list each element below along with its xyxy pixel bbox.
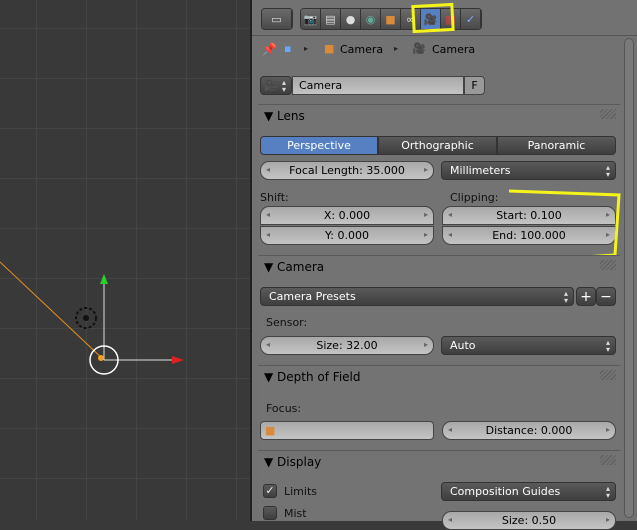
focus-label: Focus: bbox=[266, 402, 302, 415]
dof-panel-header[interactable]: ▼ Depth of Field bbox=[264, 370, 361, 384]
shift-x-field[interactable]: ◂ X: 0.000 ▸ bbox=[260, 206, 434, 225]
pin-icon[interactable]: 📌 bbox=[262, 42, 277, 56]
world-icon[interactable]: ◉ bbox=[361, 9, 381, 29]
object-origin bbox=[98, 355, 104, 361]
remove-preset-button[interactable]: − bbox=[596, 287, 616, 306]
sensor-fit-dropdown[interactable]: Auto ▴ ▾ bbox=[441, 336, 616, 355]
breadcrumb-data: Camera bbox=[432, 43, 476, 56]
scene-data-icon: ▪ bbox=[284, 42, 292, 55]
breadcrumb-arrow-icon: ▸ bbox=[394, 44, 399, 53]
camera-panel-header[interactable]: ▼ Camera bbox=[264, 260, 324, 274]
focal-length-field[interactable]: ◂ Focal Length: 35.000 ▸ bbox=[260, 161, 434, 180]
physics-icon[interactable]: ✓ bbox=[461, 9, 481, 29]
camera-presets-dropdown[interactable]: Camera Presets ▴ ▾ bbox=[260, 287, 574, 306]
focus-object-field[interactable]: ■ bbox=[260, 421, 434, 440]
x-axis-arrow bbox=[172, 356, 184, 364]
viewport-overlay bbox=[0, 261, 184, 375]
display-panel: ▼ Display ✓ Limits Mist Composition Guid… bbox=[258, 450, 620, 530]
camera-panel: ▼ Camera Camera Presets ▴ ▾ + − Sensor: ◂ S… bbox=[258, 255, 620, 363]
perspective-button[interactable]: Perspective bbox=[260, 136, 378, 155]
sensor-label: Sensor: bbox=[266, 316, 308, 329]
properties-panel: ▭ 📷 ▤ ● ◉ ■ ∞ 🎥 ▦ ✓ 📌 ▪ ▸ ■ Camera ▸ 🎥 C… bbox=[250, 0, 637, 530]
breadcrumb-arrow-icon: ▸ bbox=[304, 44, 309, 53]
shift-label: Shift: bbox=[260, 191, 289, 204]
fake-user-button[interactable]: F bbox=[464, 76, 485, 95]
scrollbar[interactable] bbox=[624, 38, 634, 518]
annotation-highlight bbox=[411, 2, 455, 34]
scene-icon[interactable]: ● bbox=[341, 9, 361, 29]
lens-panel-header[interactable]: ▼ Lens bbox=[264, 109, 305, 123]
shift-y-field[interactable]: ◂ Y: 0.000 ▸ bbox=[260, 226, 434, 245]
limits-checkbox[interactable]: ✓ bbox=[263, 484, 277, 498]
datablock-name-input[interactable]: Camera bbox=[292, 76, 464, 95]
orthographic-button[interactable]: Orthographic bbox=[378, 136, 497, 155]
datablock-browse-button[interactable]: 🎥 ▴ ▾ bbox=[260, 76, 292, 95]
camera-line bbox=[0, 261, 105, 361]
object-icon[interactable]: ■ bbox=[381, 9, 401, 29]
mist-checkbox[interactable] bbox=[263, 506, 277, 520]
y-axis-arrow bbox=[100, 274, 108, 284]
display-panel-header[interactable]: ▼ Display bbox=[264, 455, 321, 469]
mist-label: Mist bbox=[284, 507, 307, 520]
dof-distance-field[interactable]: ◂ Distance: 0.000 ▸ bbox=[442, 421, 616, 440]
limits-label: Limits bbox=[284, 485, 317, 498]
lens-unit-dropdown[interactable]: Millimeters ▴ ▾ bbox=[441, 161, 616, 180]
composition-guides-dropdown[interactable]: Composition Guides ▴ ▾ bbox=[441, 482, 616, 501]
depth-of-field-panel: ▼ Depth of Field Focus: ■ ◂ Distance: 0.0… bbox=[258, 365, 620, 449]
object-icon: ■ bbox=[324, 42, 335, 55]
add-preset-button[interactable]: + bbox=[576, 287, 596, 306]
render-icon[interactable]: 📷 bbox=[301, 9, 321, 29]
editor-type-button[interactable]: ▭ bbox=[261, 8, 293, 30]
properties-header: ▭ 📷 ▤ ● ◉ ■ ∞ 🎥 ▦ ✓ bbox=[252, 0, 637, 36]
render-layers-icon[interactable]: ▤ bbox=[321, 9, 341, 29]
3d-viewport[interactable] bbox=[0, 0, 250, 521]
context-tabs: 📷 ▤ ● ◉ ■ ∞ 🎥 ▦ ✓ bbox=[300, 8, 482, 30]
panoramic-button[interactable]: Panoramic bbox=[497, 136, 616, 155]
sensor-size-field[interactable]: ◂ Size: 32.00 ▸ bbox=[260, 336, 434, 355]
breadcrumb-object: Camera bbox=[340, 43, 384, 56]
camera-icon: 🎥 bbox=[412, 42, 426, 55]
